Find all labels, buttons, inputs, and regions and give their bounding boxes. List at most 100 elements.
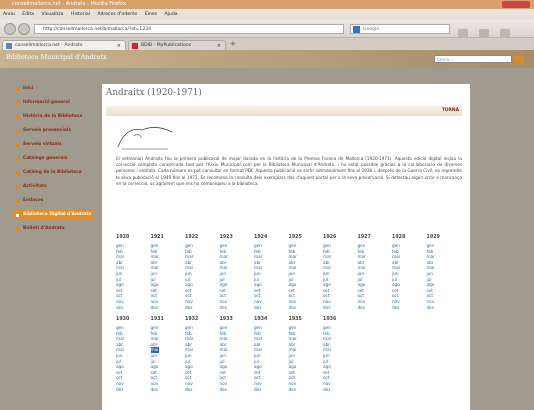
window-title-bar: consellmallorca.net - Andratx - Mozilla … <box>0 0 534 9</box>
sidebar-item[interactable]: Bolletí d'Andratx <box>14 224 94 234</box>
year-column: 1931 gen feb mar abr mai jun jul ago set oct nov des <box>150 317 177 393</box>
month-link[interactable]: des <box>116 387 142 393</box>
year-column: 1922 gen feb mar abr mai jun jul ago set oct nov des <box>185 235 211 310</box>
year-heading: 1932 <box>185 317 199 322</box>
back-arrow-icon[interactable] <box>4 23 16 35</box>
month-link[interactable]: des <box>151 305 177 311</box>
year-column: 1920 gen feb mar abr mai jun jul ago set oct nov des <box>116 235 142 310</box>
year-heading: 1928 <box>392 235 406 240</box>
year-column: 1925 gen feb mar abr mai jun jul ago set oct nov des <box>289 235 315 310</box>
month-link[interactable]: des <box>289 305 315 311</box>
site-search-button[interactable] <box>514 55 524 63</box>
back-link[interactable]: TORNA <box>442 108 459 113</box>
year-column: 1930 gen feb mar abr mai jun jul ago set oct nov des <box>116 317 142 392</box>
month-link[interactable]: des <box>392 305 418 311</box>
menu-item-ajuda[interactable]: Ajuda <box>165 12 178 17</box>
month-link[interactable]: des <box>323 305 349 311</box>
sidebar-item[interactable]: Informació general <box>14 98 94 108</box>
year-column: 1923 gen feb mar abr mai jun jul ago set oct nov des <box>220 235 246 310</box>
month-link[interactable]: des <box>220 305 246 311</box>
tab-bar: consellmallorca.net - Andratx × BDIB - M… <box>0 38 534 50</box>
sidebar-item[interactable]: Serveis presencials <box>14 126 94 136</box>
sidebar-item[interactable]: Història de la Biblioteca <box>14 112 94 122</box>
month-link[interactable]: des <box>254 305 280 311</box>
month-link[interactable]: des <box>185 387 211 393</box>
month-list: gen feb mar abr mai jun jul ago set oct nov des <box>254 325 280 392</box>
month-list: gen feb mar abr mai jun jul ago set oct nov des <box>185 325 211 392</box>
month-list: gen feb mar abr mai jun jul ago set oct nov des <box>254 243 280 310</box>
year-heading: 1931 <box>150 317 164 322</box>
tab-bdib[interactable]: BDIB - MyPublications × <box>128 40 226 50</box>
year-heading: 1927 <box>357 235 371 240</box>
menu-item-visualitza[interactable]: Visualitza <box>41 12 63 17</box>
year-heading: 1930 <box>116 317 130 322</box>
month-link[interactable]: des <box>358 305 384 311</box>
window-title: consellmallorca.net - Andratx - Mozilla … <box>12 1 126 7</box>
new-tab-button[interactable]: + <box>230 40 236 48</box>
year-column: 1933 gen feb mar abr mai jun jul ago set oct nov des <box>220 317 246 392</box>
month-list: gen feb mar abr mai jun jul ago set oct nov des <box>116 243 142 310</box>
description-paragraph: El setmanari Andraitx fou la primera pub… <box>116 156 462 186</box>
browser-search-input[interactable]: Google <box>350 24 450 34</box>
year-column: 1936 gen feb mar abr mai jun jul ago set oct nov des <box>323 317 349 392</box>
google-icon <box>353 26 360 33</box>
year-heading: 1926 <box>323 235 337 240</box>
month-list: gen feb mar abr mai jun jul ago set oct nov des <box>220 243 246 310</box>
year-heading: 1920 <box>116 235 130 240</box>
sidebar-item[interactable]: Serveis virtuals <box>14 140 94 150</box>
year-heading: 1925 <box>288 235 302 240</box>
year-heading: 1922 <box>185 235 199 240</box>
month-list: gen feb mar abr mai jun jul ago set oct nov des <box>289 243 315 310</box>
year-column: 1929 gen feb mar abr mai jun jul ago set oct nov des <box>427 235 453 310</box>
forward-arrow-icon[interactable] <box>18 23 30 35</box>
year-heading: 1929 <box>426 235 440 240</box>
window-controls[interactable] <box>502 1 530 8</box>
year-heading: 1923 <box>219 235 233 240</box>
month-list: gen feb mar abr mai jun jul ago set oct nov des <box>220 325 246 392</box>
site-banner: Biblioteca Municipal d'Andratx Cerca... <box>0 50 534 68</box>
month-list: gen feb mar abr mai jun jul ago set oct nov des <box>116 325 142 392</box>
sidebar-menu: Inici Informació general Història de la Bi… <box>14 84 94 238</box>
menu-item-adreces[interactable]: Adreces d'interès <box>97 12 137 17</box>
site-search-input[interactable]: Cerca... <box>434 55 512 63</box>
menu-item-eines[interactable]: Eines <box>145 12 157 17</box>
year-column: 1934 gen feb mar abr mai jun jul ago set oct nov des <box>254 317 280 392</box>
month-list: gen feb mar abr mai jun jul ago set oct nov des <box>392 243 418 310</box>
sidebar-item[interactable]: Activitats <box>14 182 94 192</box>
month-link[interactable]: des <box>220 387 246 393</box>
month-link[interactable]: des <box>323 387 349 393</box>
tab-andratx[interactable]: consellmallorca.net - Andratx × <box>2 40 126 50</box>
month-list: gen feb mar abr mai jun jul ago set oct nov des <box>151 243 177 310</box>
year-heading: 1924 <box>254 235 268 240</box>
month-link[interactable]: des <box>427 305 453 311</box>
sidebar-item[interactable]: Catàlegs generals <box>14 154 94 164</box>
month-list: gen feb mar abr mai jun jul ago set oct nov des <box>358 243 384 310</box>
month-link[interactable]: des <box>289 387 315 393</box>
month-link[interactable]: des <box>185 305 211 311</box>
month-link[interactable]: des <box>116 305 142 311</box>
year-column: 1926 gen feb mar abr mai jun jul ago set oct nov des <box>323 235 349 310</box>
month-list: gen feb mar abr mai jun jul ago set oct nov des <box>289 325 315 392</box>
year-column: 1924 gen feb mar abr mai jun jul ago set oct nov des <box>254 235 280 310</box>
year-heading: 1935 <box>288 317 302 322</box>
menu-item-edita[interactable]: Edita <box>22 12 34 17</box>
url-bar[interactable]: http://consellmallorca.net/bimallorca/?i… <box>34 24 344 34</box>
sidebar-item[interactable]: Inici <box>14 84 94 94</box>
menu-item-historial[interactable]: Historial <box>71 12 90 17</box>
site-title: Biblioteca Municipal d'Andratx <box>6 53 107 61</box>
navigation-bar: http://consellmallorca.net/bimallorca/?i… <box>0 20 534 58</box>
menu-item-arxiu[interactable]: Arxiu <box>3 12 15 17</box>
year-column: 1927 gen feb mar abr mai jun jul ago set oct nov des <box>358 235 384 310</box>
month-list: gen feb mar abr mai jun jul ago set oct nov des <box>323 325 349 392</box>
sidebar-item[interactable]: Biblioteca Digital d'Andratx <box>14 210 94 220</box>
sidebar-item[interactable]: Catàleg de la Biblioteca <box>14 168 94 178</box>
year-column: 1935 gen feb mar abr mai jun jul ago set oct nov des <box>289 317 315 392</box>
page-title: Andraitx (1920-1971) <box>106 88 202 98</box>
year-column: 1928 gen feb mar abr mai jun jul ago set oct nov des <box>392 235 418 310</box>
andraitx-logo <box>117 127 173 150</box>
month-link[interactable]: des <box>254 387 280 393</box>
sidebar-item[interactable]: Enllaços <box>14 196 94 206</box>
month-link[interactable]: des <box>151 387 177 393</box>
month-list: gen feb mar abr mai jun jul ago set oct nov des <box>427 243 453 310</box>
year-column: 1932 gen feb mar abr mai jun jul ago set oct nov des <box>185 317 211 392</box>
